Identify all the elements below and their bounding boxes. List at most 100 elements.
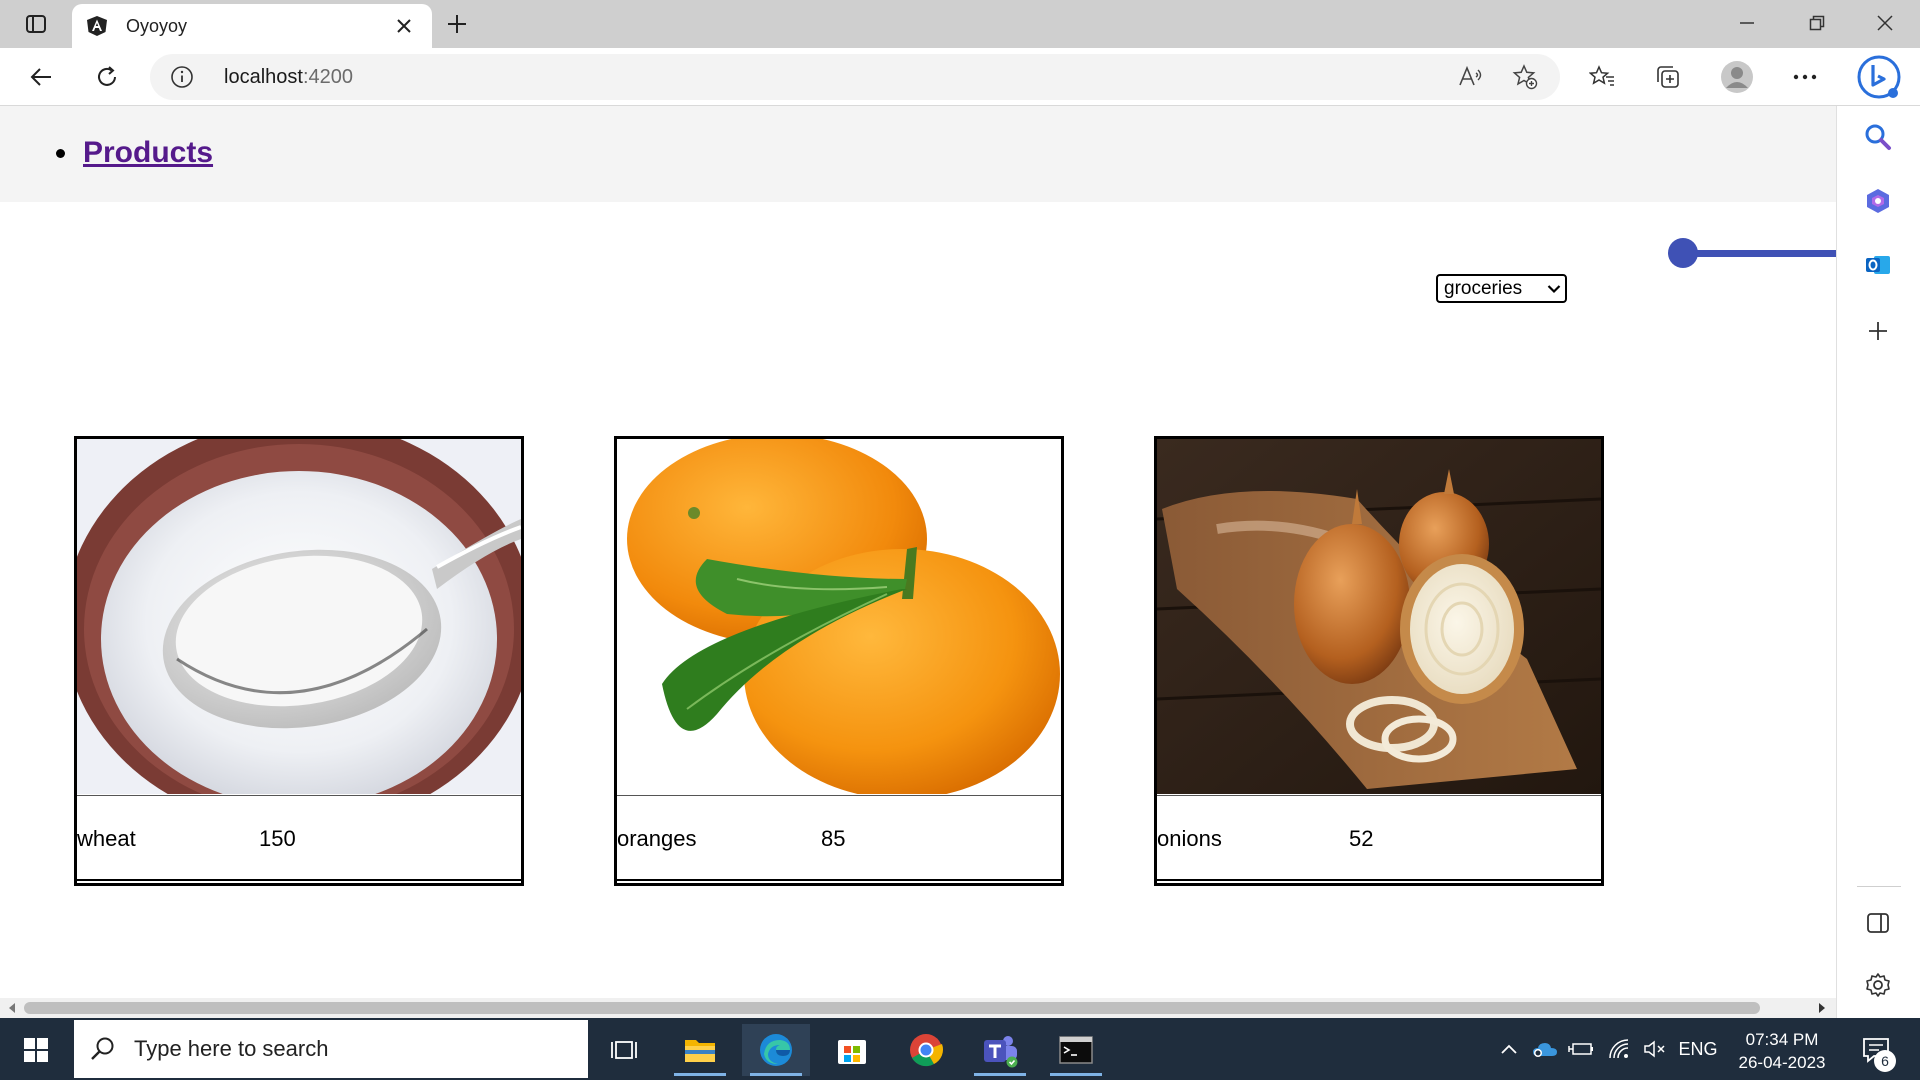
start-button[interactable] [2,1024,70,1076]
restore-icon [1809,15,1825,31]
product-image-onions [1157,439,1601,794]
taskbar-search-box[interactable]: Type here to search [74,1020,588,1078]
product-price: 52 [1349,826,1374,851]
sidebar-outlook-button[interactable] [1855,242,1901,288]
url-port: :4200 [302,66,353,88]
slider-thumb[interactable] [1668,238,1698,268]
language-indicator[interactable]: ENG [1676,1032,1720,1066]
task-view-icon [611,1041,637,1059]
edge-taskbar-button[interactable] [742,1024,810,1076]
nav-list: Products [56,136,213,170]
plus-icon [1869,322,1887,340]
list-bullet [56,148,65,158]
address-bar[interactable]: localhost:4200 [150,54,1560,100]
add-favorite-button[interactable] [1508,60,1542,94]
refresh-button[interactable] [86,56,128,98]
sidebar-divider [1857,886,1901,887]
terminal-icon [1059,1036,1093,1064]
nav-item-products: Products [56,136,213,170]
more-dots-icon [1793,74,1817,80]
plus-icon [448,15,466,33]
windows-taskbar: Type here to search ENG 07:34 PM 26-04-2… [0,1018,1920,1080]
product-image-sugar [77,439,521,794]
store-icon [838,1040,866,1064]
favorites-star-icon [1589,65,1614,86]
sidebar-settings-button[interactable] [1855,962,1901,1008]
back-button[interactable] [20,56,62,98]
range-slider[interactable] [1666,236,1836,270]
product-name: onions [1157,826,1222,851]
gear-icon [1866,973,1890,997]
sidebar-search-button[interactable] [1855,114,1901,160]
clock-date: 26-04-2023 [1738,1053,1826,1072]
scroll-left-arrow-icon[interactable] [4,1000,20,1016]
window-close-button[interactable] [1850,0,1920,46]
browser-tab-active[interactable]: Oyoyoy [72,4,432,48]
tab-title: Oyoyoy [126,15,188,36]
show-hidden-icons-button[interactable] [1494,1032,1524,1066]
collections-button[interactable] [1647,56,1689,98]
nav-link-products[interactable]: Products [83,136,213,170]
product-card: onions 52 [1154,436,1604,886]
slider-track[interactable] [1684,250,1836,257]
teams-icon [984,1036,1018,1068]
product-card: wheat 150 [74,436,524,886]
read-aloud-icon [1459,65,1482,86]
teams-button[interactable] [966,1024,1034,1076]
sidebar-add-button[interactable] [1855,308,1901,354]
category-select-value: groceries [1444,277,1523,299]
taskbar-search-placeholder: Type here to search [134,1036,329,1061]
sidebar-tools-button[interactable] [1855,178,1901,224]
active-indicator [1050,1073,1102,1076]
onedrive-tray-icon[interactable] [1530,1032,1560,1066]
windows-logo-icon [24,1038,48,1062]
hide-sidebar-button[interactable] [1855,900,1901,946]
chevron-up-icon [1501,1044,1517,1054]
site-info-icon[interactable] [170,65,194,89]
tab-actions-button[interactable] [14,8,58,40]
microsoft-store-button[interactable] [818,1024,886,1076]
clock-time: 07:34 PM [1745,1030,1819,1049]
chevron-down-icon [1543,278,1565,300]
edge-browser-icon [760,1034,792,1066]
category-select[interactable]: groceries [1436,274,1567,303]
collections-icon [1657,66,1679,88]
active-indicator [674,1073,726,1076]
bing-copilot-button[interactable] [1854,52,1904,102]
horizontal-scrollbar[interactable] [0,998,1836,1018]
url-text[interactable]: localhost:4200 [224,66,353,89]
scrollbar-thumb[interactable] [24,1002,1760,1014]
product-info: wheat 150 [77,795,521,881]
tab-close-button[interactable] [390,12,418,40]
scroll-right-arrow-icon[interactable] [1814,1000,1830,1016]
terminal-button[interactable] [1042,1024,1110,1076]
read-aloud-button[interactable] [1454,60,1488,94]
bing-icon [1857,55,1901,99]
product-price: 150 [259,826,296,851]
task-view-button[interactable] [590,1024,658,1076]
tools-icon [1867,189,1889,213]
angular-logo-icon [86,15,108,37]
avatar-icon [1721,61,1753,93]
profile-button[interactable] [1716,56,1758,98]
product-price: 85 [821,826,846,851]
active-indicator [974,1073,1026,1076]
close-icon [1877,15,1893,31]
file-explorer-button[interactable] [666,1024,734,1076]
edge-sidebar [1836,106,1920,1018]
sidebar-panel-icon [1867,913,1889,933]
minimize-button[interactable] [1712,0,1782,46]
chrome-button[interactable] [892,1024,960,1076]
favorites-button[interactable] [1581,56,1623,98]
volume-muted-tray-icon[interactable] [1640,1032,1670,1066]
restore-button[interactable] [1782,0,1852,46]
language-text: ENG [1678,1038,1718,1059]
new-tab-button[interactable] [440,8,474,40]
settings-more-button[interactable] [1784,56,1826,98]
battery-tray-icon[interactable] [1566,1032,1596,1066]
search-icon [1865,124,1891,150]
back-arrow-icon [30,68,51,86]
refresh-icon [98,66,116,86]
wifi-tray-icon[interactable] [1604,1032,1634,1066]
taskbar-clock[interactable]: 07:34 PM 26-04-2023 [1722,1028,1842,1074]
